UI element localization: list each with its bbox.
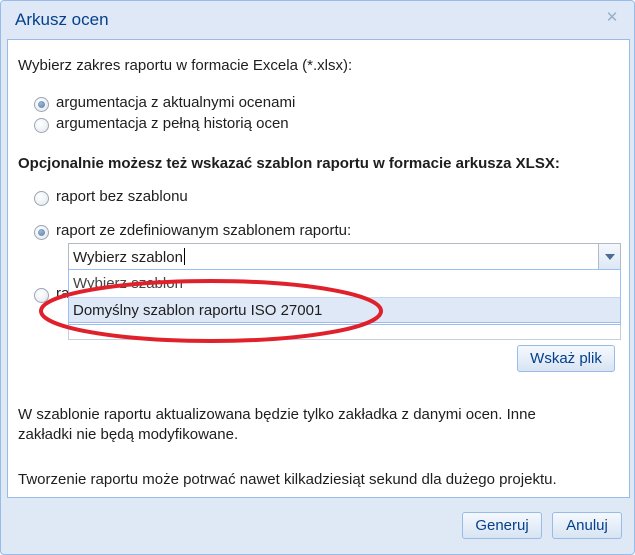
radio-defined-template-label[interactable]: raport ze zdefiniowanym szablonem raport… [56, 222, 351, 239]
radio-no-template[interactable] [34, 191, 49, 206]
radio-defined-template[interactable] [34, 225, 49, 240]
cancel-button[interactable]: Anuluj [552, 512, 622, 539]
dropdown-option-selected[interactable]: Domyślny szablon raportu ISO 27001 [69, 297, 620, 323]
template-combobox[interactable]: Wybierz szablon [68, 243, 621, 270]
radio-current-ratings-label[interactable]: argumentacja z aktualnymi ocenami [56, 94, 295, 111]
radio-custom-file[interactable] [34, 288, 49, 303]
dialog-body: Wybierz zakres raportu w formacie Excela… [7, 39, 630, 498]
info-note-1: W szablonie raportu aktualizowana będzie… [18, 406, 536, 423]
info-note-1b: zakładki nie będą modyfikowane. [18, 426, 239, 443]
template-combobox-value: Wybierz szablon [73, 249, 183, 266]
range-prompt: Wybierz zakres raportu w formacie Excela… [18, 57, 353, 74]
chevron-down-icon[interactable] [598, 244, 620, 269]
browse-file-button[interactable]: Wskaż plik [517, 345, 615, 372]
dialog-titlebar[interactable]: Arkusz ocen ✕ [1, 1, 634, 39]
info-note-2: Tworzenie raportu może potrwać nawet kil… [18, 471, 557, 488]
radio-full-history-label[interactable]: argumentacja z pełną historią ocen [56, 115, 289, 132]
radio-full-history[interactable] [34, 118, 49, 133]
radio-current-ratings[interactable] [34, 97, 49, 112]
generate-button[interactable]: Generuj [462, 512, 542, 539]
dialog-title: Arkusz ocen [15, 10, 109, 29]
close-icon[interactable]: ✕ [604, 10, 620, 26]
template-prompt: Opcjonalnie możesz też wskazać szablon r… [18, 155, 560, 172]
report-dialog: Arkusz ocen ✕ Wybierz zakres raportu w f… [0, 0, 635, 555]
dropdown-option[interactable]: Wybierz szablon [69, 271, 620, 297]
radio-no-template-label[interactable]: raport bez szablonu [56, 188, 188, 205]
template-dropdown-list: Wybierz szablon Domyślny szablon raportu… [68, 269, 621, 325]
